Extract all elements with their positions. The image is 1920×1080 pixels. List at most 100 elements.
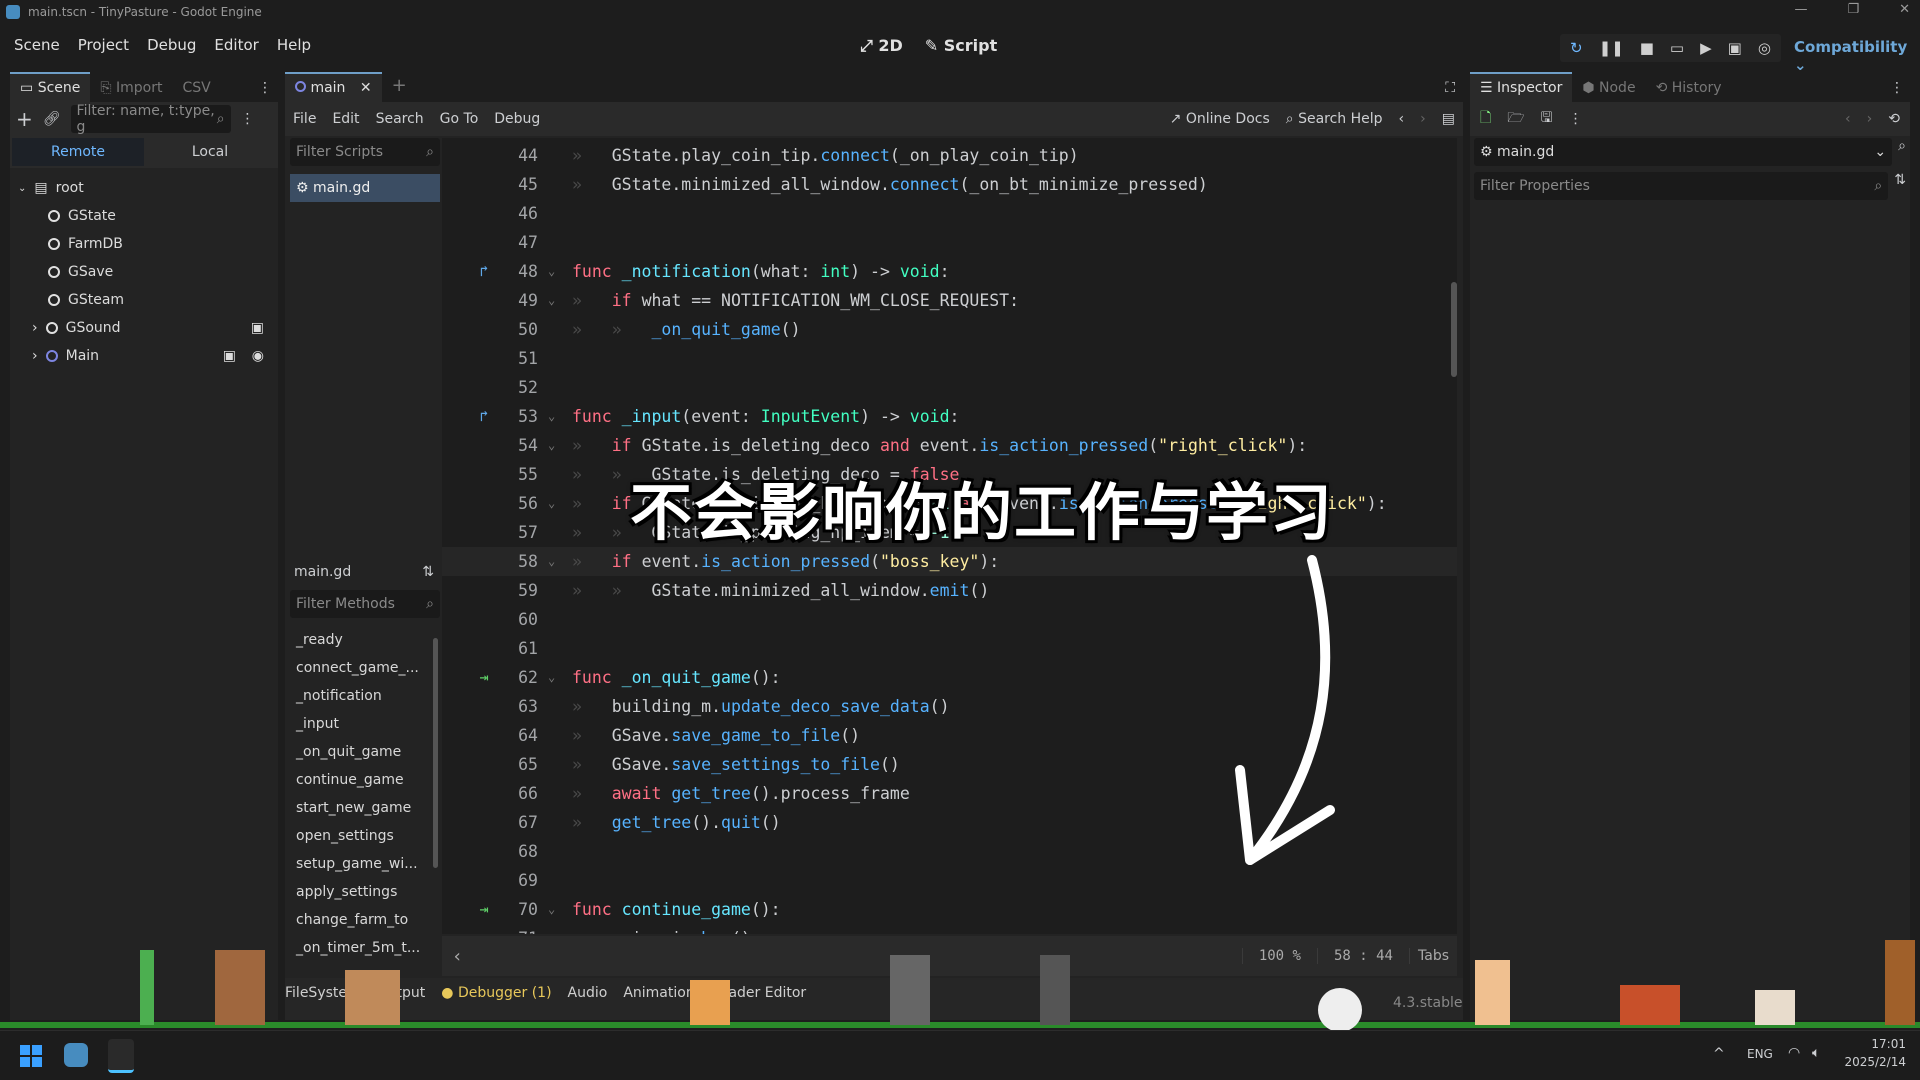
tab-history[interactable]: ⟲ History [1646, 74, 1732, 102]
code-line[interactable]: 49 ⌄ » if what == NOTIFICATION_WM_CLOSE_RE… [442, 286, 1457, 315]
filter-methods-input[interactable]: Filter Methods ⌕ [290, 590, 440, 618]
method-item[interactable]: start_new_game [290, 794, 440, 822]
play-custom-scene-icon[interactable]: ▣ [1728, 39, 1742, 57]
fold-chevron-icon[interactable]: ⌄ [548, 489, 555, 518]
menu-help[interactable]: Help [277, 36, 311, 54]
history-back-icon[interactable]: ‹ [1399, 111, 1405, 127]
tree-node-farmdb[interactable]: FarmDB [18, 230, 270, 258]
fold-chevron-icon[interactable]: ⌄ [548, 663, 555, 692]
open-folder-icon[interactable]: 🗁︎ [1507, 107, 1524, 131]
mode-2d-button[interactable]: ⤢ 2D [860, 36, 903, 56]
method-item[interactable]: open_settings [290, 822, 440, 850]
scene-filter-input[interactable]: Filter: name, t:type, g ⌕ [70, 103, 231, 135]
remote-debug-icon[interactable]: ▭ [1670, 39, 1684, 57]
code-line[interactable]: 45 » GState.minimized_all_window.connect(… [442, 170, 1457, 199]
forward-icon[interactable]: › [1867, 111, 1873, 127]
fold-chevron-icon[interactable]: ⌄ [548, 286, 555, 315]
tree-node-gsteam[interactable]: GSteam [18, 286, 270, 314]
script-menu-edit[interactable]: Edit [332, 111, 359, 127]
menu-debug[interactable]: Debug [147, 36, 196, 54]
code-line[interactable]: 46 [442, 199, 1457, 228]
code-line[interactable]: ↱ 48 ⌄ func _notification(what: int) -> voi… [442, 257, 1457, 286]
local-button[interactable]: Local [144, 138, 276, 166]
method-item[interactable]: connect_game_... [290, 654, 440, 682]
method-item[interactable]: _notification [290, 682, 440, 710]
dock-menu-icon[interactable]: ⋮ [1884, 74, 1910, 102]
visibility-eye-icon[interactable]: ◉ [252, 348, 264, 364]
distraction-free-icon[interactable]: ⛶ [1437, 74, 1463, 102]
toggle-scripts-panel-icon[interactable]: ▤ [1442, 111, 1455, 127]
clock-time[interactable]: 17:01 [1860, 1037, 1906, 1051]
code-line[interactable]: 44 » GState.play_coin_tip.connect(_on_pla… [442, 141, 1457, 170]
sort-icon[interactable]: ⇅ [422, 558, 440, 586]
fold-chevron-icon[interactable]: ⌄ [548, 895, 555, 924]
filter-scripts-input[interactable]: Filter Scripts ⌕ [290, 138, 440, 166]
tree-node-main[interactable]: › Main ▣ ◉ [18, 342, 270, 370]
code-line[interactable]: 52 [442, 373, 1457, 402]
fold-chevron-icon[interactable]: ⌄ [548, 547, 555, 576]
method-item[interactable]: continue_game [290, 766, 440, 794]
restore-button[interactable]: ❐ [1847, 2, 1859, 17]
code-scrollbar[interactable] [1451, 282, 1457, 377]
godot-taskbar-icon[interactable] [64, 1043, 88, 1067]
clock-date[interactable]: 2025/2/14 [1840, 1055, 1906, 1069]
windows-start-icon[interactable] [20, 1045, 42, 1067]
method-item[interactable]: setup_game_wi... [290, 850, 440, 878]
dock-menu-icon[interactable]: ⋮ [252, 74, 278, 102]
more-icon[interactable]: ⋮ [241, 111, 255, 127]
chevron-right-icon[interactable]: › [32, 348, 38, 364]
renderer-select[interactable]: Compatibility ⌄ [1794, 38, 1920, 74]
resource-select[interactable]: ⚙ main.gd ⌄ [1474, 138, 1893, 166]
remote-button[interactable]: Remote [12, 138, 144, 166]
fold-chevron-icon[interactable]: ⌄ [548, 402, 555, 431]
tab-node[interactable]: ⬢ Node [1572, 74, 1645, 102]
tree-node-gstate[interactable]: GState [18, 202, 270, 230]
method-item[interactable]: apply_settings [290, 878, 440, 906]
tab-inspector[interactable]: ☰ Inspector [1470, 72, 1573, 102]
script-tab-main[interactable]: main ✕ [285, 72, 382, 102]
script-menu-search[interactable]: Search [376, 111, 424, 127]
minimize-button[interactable]: — [1794, 2, 1807, 17]
more-icon[interactable]: ⋮ [1569, 111, 1583, 127]
volume-icon[interactable]: 🔈︎ [1812, 1045, 1820, 1061]
movie-maker-icon[interactable]: ◎ [1758, 39, 1771, 57]
script-menu-debug[interactable]: Debug [494, 111, 540, 127]
method-item[interactable]: _on_quit_game [290, 738, 440, 766]
tree-root[interactable]: ⌄ ▤ root [18, 174, 270, 202]
pasture-app-taskbar-icon[interactable] [108, 1039, 134, 1073]
wifi-icon[interactable]: ◠ [1788, 1045, 1800, 1061]
open-docs-icon[interactable]: ⌕ [1898, 138, 1906, 166]
object-history-icon[interactable]: ⟲ [1888, 111, 1900, 127]
new-resource-icon[interactable]: 🗋︎ [1480, 107, 1491, 131]
pause-icon[interactable]: ❚❚ [1599, 39, 1624, 57]
open-scene-icon[interactable]: ▣ [223, 348, 236, 364]
fold-chevron-icon[interactable]: ⌄ [548, 257, 555, 286]
method-item[interactable]: _input [290, 710, 440, 738]
menu-project[interactable]: Project [78, 36, 129, 54]
code-line[interactable]: ⇥ 70 ⌄ func continue_game(): [442, 895, 1457, 924]
script-menu-file[interactable]: File [293, 111, 316, 127]
code-line[interactable]: 54 ⌄ » if GState.is_deleting_deco and even… [442, 431, 1457, 460]
menu-scene[interactable]: Scene [14, 36, 60, 54]
code-line[interactable]: 47 [442, 228, 1457, 257]
input-language[interactable]: ENG [1747, 1047, 1773, 1061]
tree-node-gsound[interactable]: › GSound ▣ [18, 314, 270, 342]
chevron-right-icon[interactable]: › [32, 320, 38, 336]
add-node-icon[interactable]: + [16, 107, 33, 131]
tree-node-gsave[interactable]: GSave [18, 258, 270, 286]
new-tab-icon[interactable]: + [382, 69, 417, 102]
tab-import[interactable]: ⎘ Import [90, 74, 172, 102]
code-line[interactable]: 51 [442, 344, 1457, 373]
code-line[interactable]: ↱ 53 ⌄ func _input(event: InputEvent) -> vo… [442, 402, 1457, 431]
property-options-icon[interactable]: ⇅ [1894, 172, 1906, 200]
script-list-item[interactable]: ⚙ main.gd [290, 174, 440, 202]
reload-icon[interactable]: ↻ [1570, 39, 1583, 57]
play-scene-icon[interactable]: ▶ [1700, 39, 1712, 57]
save-icon[interactable]: 🖫︎ [1541, 107, 1553, 131]
online-docs-button[interactable]: ↗ Online Docs [1170, 111, 1270, 127]
link-icon[interactable]: 🔗︎ [43, 111, 61, 127]
script-menu-goto[interactable]: Go To [440, 111, 479, 127]
menu-editor[interactable]: Editor [214, 36, 258, 54]
back-icon[interactable]: ‹ [1845, 111, 1851, 127]
mode-script-button[interactable]: ✎ Script [925, 36, 997, 56]
